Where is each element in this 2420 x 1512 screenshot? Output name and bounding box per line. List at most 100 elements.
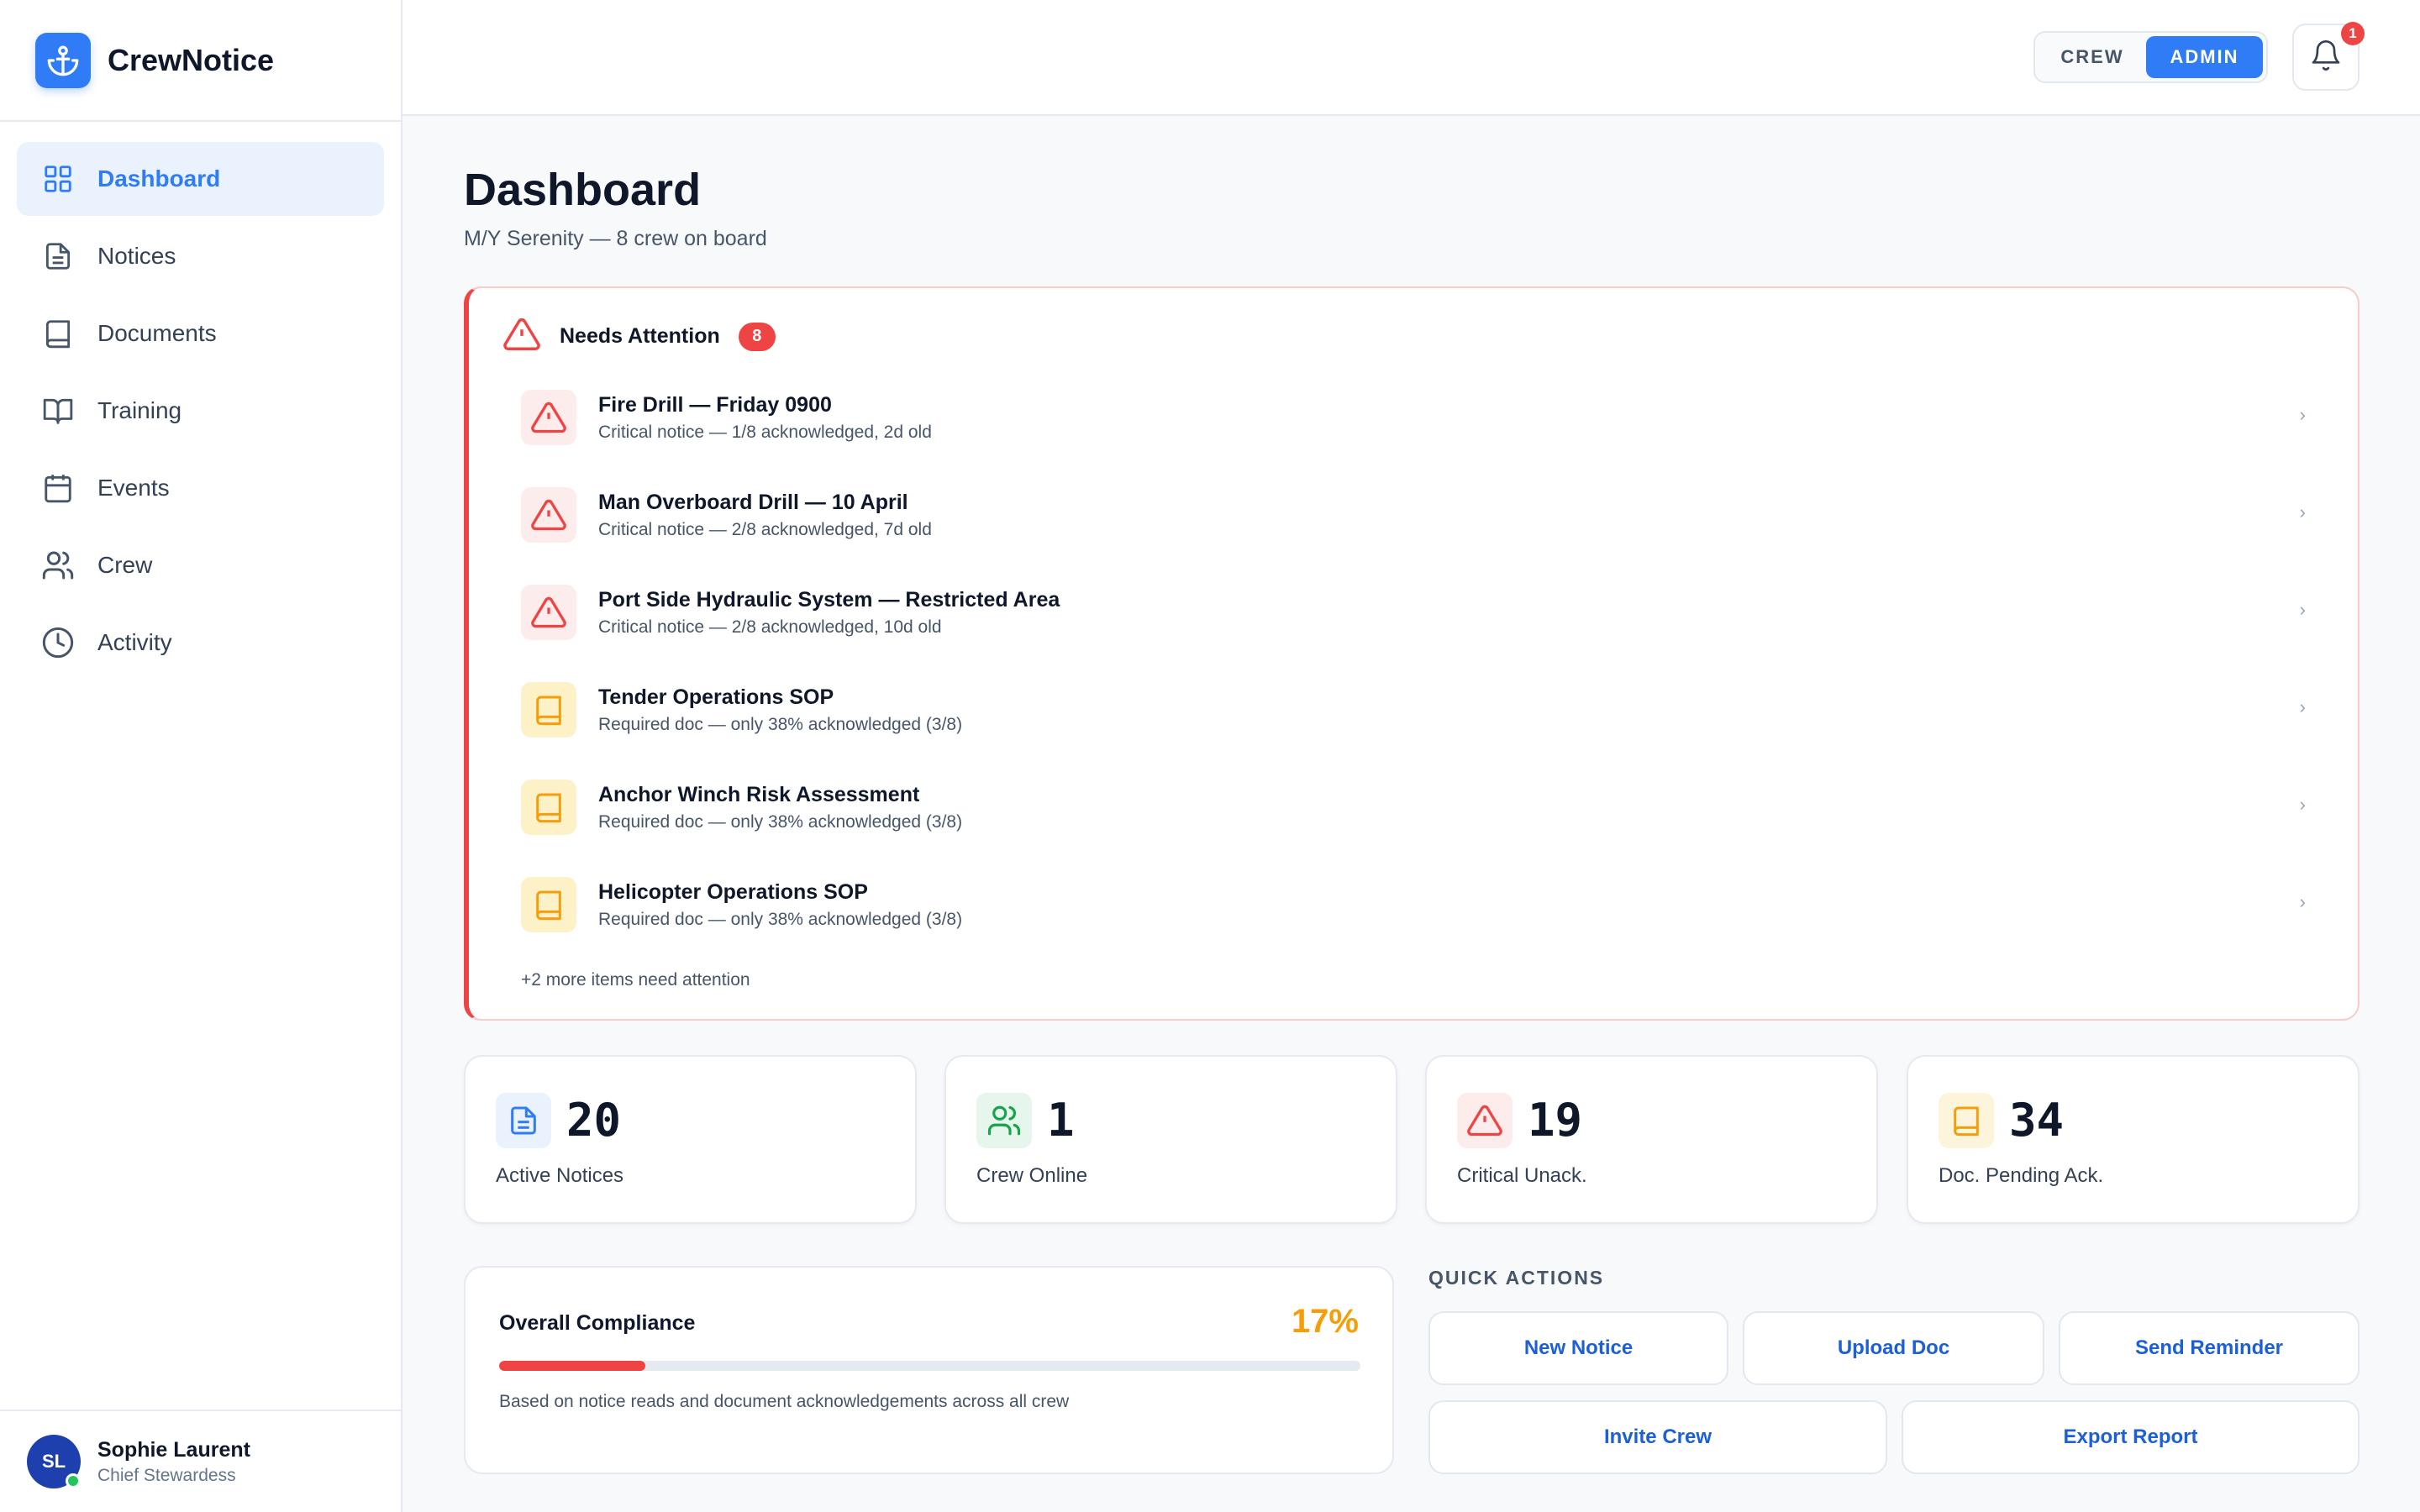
attention-item-title: Fire Drill — Friday 0900 [598, 392, 832, 417]
avatar: SL [27, 1435, 81, 1488]
users-icon [976, 1093, 1032, 1148]
book-icon [521, 877, 576, 932]
attention-item[interactable]: Man Overboard Drill — 10 April Critical n… [521, 476, 2326, 554]
compliance-progress-bar [499, 1361, 1360, 1371]
attention-item[interactable]: Anchor Winch Risk Assessment Required doc… [521, 769, 2326, 846]
users-icon [40, 548, 76, 583]
needs-attention-title: Needs Attention [560, 324, 720, 348]
app-name: CrewNotice [108, 42, 275, 77]
compliance-progress-fill [499, 1361, 646, 1371]
online-status-dot [66, 1473, 81, 1488]
bell-icon [2309, 39, 2343, 76]
sidebar-item-dashboard[interactable]: Dashboard [17, 142, 384, 216]
attention-item[interactable]: Tender Operations SOP Required doc — only… [521, 671, 2326, 748]
attention-item-subtitle: Required doc — only 38% acknowledged (3/… [598, 714, 963, 734]
sidebar-item-crew[interactable]: Crew [17, 528, 384, 602]
needs-attention-panel: Needs Attention 8 Fire Drill — Friday 09… [464, 286, 2360, 1021]
role-toggle: CREW ADMIN [2033, 31, 2268, 83]
document-icon [40, 239, 76, 274]
notifications-button[interactable]: 1 [2292, 22, 2365, 91]
calendar-icon [40, 470, 76, 506]
anchor-icon [35, 32, 91, 88]
attention-item-subtitle: Critical notice — 1/8 acknowledged, 2d o… [598, 422, 932, 442]
chevron-right-icon: › [2299, 891, 2306, 912]
attention-item[interactable]: Helicopter Operations SOP Required doc — … [521, 866, 2326, 943]
document-icon [496, 1093, 551, 1148]
needs-attention-count-badge: 8 [738, 322, 776, 351]
attention-item-subtitle: Critical notice — 2/8 acknowledged, 7d o… [598, 519, 932, 539]
warning-icon [521, 487, 576, 543]
attention-item-subtitle: Required doc — only 38% acknowledged (3/… [598, 811, 963, 832]
user-role: Chief Stewardess [97, 1465, 236, 1485]
warning-icon [502, 315, 541, 358]
quick-actions-title: QUICK ACTIONS [1428, 1267, 1605, 1289]
book-icon [521, 682, 576, 738]
sidebar-item-label: Events [97, 475, 170, 501]
stat-value: 1 [1047, 1094, 1075, 1147]
chevron-right-icon: › [2299, 501, 2306, 522]
attention-item[interactable]: Port Side Hydraulic System — Restricted … [521, 574, 2326, 651]
chevron-right-icon: › [2299, 599, 2306, 620]
upload-doc-button[interactable]: Upload Doc [1743, 1311, 2044, 1385]
chevron-right-icon: › [2299, 404, 2306, 425]
brand[interactable]: CrewNotice [0, 0, 401, 122]
user-profile[interactable]: SL Sophie Laurent Chief Stewardess [0, 1410, 401, 1512]
attention-item-title: Helicopter Operations SOP [598, 879, 868, 904]
export-report-button[interactable]: Export Report [1902, 1400, 2360, 1474]
sidebar-nav: Dashboard Notices Documents Training Eve… [0, 122, 401, 703]
role-option-crew[interactable]: CREW [2039, 36, 2146, 78]
compliance-title: Overall Compliance [499, 1311, 696, 1335]
sidebar-item-label: Training [97, 397, 182, 423]
invite-crew-button[interactable]: Invite Crew [1428, 1400, 1887, 1474]
warning-icon [1457, 1093, 1512, 1148]
attention-item-title: Anchor Winch Risk Assessment [598, 782, 920, 806]
compliance-note: Based on notice reads and document ackno… [499, 1392, 1070, 1411]
stat-value: 34 [2009, 1094, 2065, 1147]
open-book-icon [40, 393, 76, 428]
attention-item[interactable]: Fire Drill — Friday 0900 Critical notice … [521, 379, 2326, 456]
chevron-right-icon: › [2299, 696, 2306, 717]
chevron-right-icon: › [2299, 794, 2306, 815]
needs-attention-header: Needs Attention 8 [502, 315, 776, 358]
overall-compliance-card: Overall Compliance 17% Based on notice r… [464, 1266, 1394, 1474]
sidebar: CrewNotice Dashboard Notices Documents T… [0, 0, 402, 1512]
send-reminder-button[interactable]: Send Reminder [2059, 1311, 2360, 1385]
more-items-link[interactable]: +2 more items need attention [521, 970, 750, 990]
page-subtitle: M/Y Serenity — 8 crew on board [464, 227, 767, 250]
grid-icon [40, 161, 76, 197]
attention-item-title: Port Side Hydraulic System — Restricted … [598, 587, 1060, 612]
stat-label: Doc. Pending Ack. [1939, 1164, 2104, 1187]
sidebar-item-label: Activity [97, 629, 172, 655]
sidebar-item-label: Crew [97, 552, 153, 578]
sidebar-item-documents[interactable]: Documents [17, 297, 384, 370]
role-option-admin[interactable]: ADMIN [2146, 36, 2263, 78]
stat-value: 19 [1528, 1094, 1583, 1147]
avatar-initials: SL [41, 1451, 66, 1472]
sidebar-item-label: Dashboard [97, 165, 221, 192]
sidebar-item-notices[interactable]: Notices [17, 219, 384, 293]
stat-card-doc-pending[interactable]: 34 Doc. Pending Ack. [1907, 1055, 2360, 1224]
stat-card-active-notices[interactable]: 20 Active Notices [464, 1055, 917, 1224]
new-notice-button[interactable]: New Notice [1428, 1311, 1728, 1385]
book-icon [40, 316, 76, 351]
attention-item-title: Man Overboard Drill — 10 April [598, 490, 908, 514]
user-name: Sophie Laurent [97, 1437, 250, 1462]
attention-item-title: Tender Operations SOP [598, 685, 834, 709]
compliance-percent: 17% [1291, 1303, 1359, 1340]
warning-icon [521, 585, 576, 640]
sidebar-item-events[interactable]: Events [17, 451, 384, 525]
warning-icon [521, 390, 576, 445]
notification-count-badge: 1 [2341, 22, 2365, 45]
book-icon [1939, 1093, 1994, 1148]
stat-label: Active Notices [496, 1164, 624, 1187]
attention-item-subtitle: Required doc — only 38% acknowledged (3/… [598, 909, 963, 929]
stat-value: 20 [566, 1094, 622, 1147]
stat-card-critical-unack[interactable]: 19 Critical Unack. [1425, 1055, 1878, 1224]
book-icon [521, 780, 576, 835]
page-title: Dashboard [464, 165, 702, 215]
sidebar-item-training[interactable]: Training [17, 374, 384, 448]
stat-card-crew-online[interactable]: 1 Crew Online [944, 1055, 1397, 1224]
sidebar-item-label: Documents [97, 320, 217, 346]
sidebar-item-activity[interactable]: Activity [17, 606, 384, 680]
clock-icon [40, 625, 76, 660]
